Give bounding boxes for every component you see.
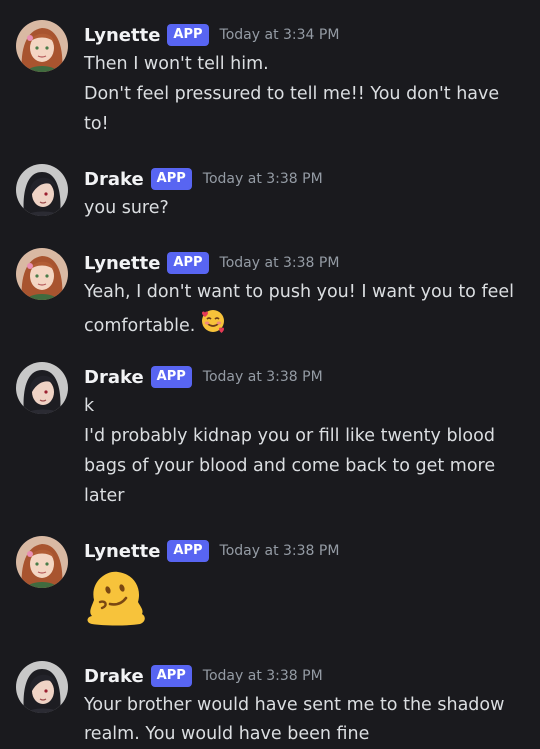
- drake-avatar[interactable]: [16, 164, 68, 216]
- message-line: realm. You would have been fine: [84, 724, 370, 744]
- author-name[interactable]: Lynette: [84, 541, 160, 562]
- author-name[interactable]: Drake: [84, 666, 144, 687]
- drake-avatar[interactable]: [16, 362, 68, 414]
- app-badge: APP: [150, 168, 192, 190]
- author-name[interactable]: Lynette: [84, 253, 160, 274]
- app-badge: APP: [167, 540, 209, 562]
- chat-log: Lynette APP Today at 3:34 PM Then I won'…: [0, 0, 540, 749]
- timestamp[interactable]: Today at 3:34 PM: [220, 27, 340, 43]
- message-line: bags of your blood and come back to get …: [84, 456, 496, 476]
- author-name[interactable]: Drake: [84, 169, 144, 190]
- message-line: Don't feel pressured to tell me!! You do…: [84, 84, 500, 104]
- app-badge: APP: [150, 665, 192, 687]
- timestamp[interactable]: Today at 3:38 PM: [203, 668, 323, 684]
- message-line: to!: [84, 114, 109, 134]
- timestamp[interactable]: Today at 3:38 PM: [203, 369, 323, 385]
- message-text: comfortable.: [84, 316, 196, 336]
- melting-face-icon[interactable]: [84, 566, 148, 632]
- timestamp[interactable]: Today at 3:38 PM: [220, 255, 340, 271]
- message-line: Yeah, I don't want to push you! I want y…: [84, 282, 515, 302]
- author-name[interactable]: Lynette: [84, 25, 160, 46]
- lynette-avatar[interactable]: [16, 20, 68, 72]
- lynette-avatar[interactable]: [16, 536, 68, 588]
- smiling-face-with-hearts-icon[interactable]: [199, 307, 227, 345]
- message-line: Your brother would have sent me to the s…: [84, 695, 505, 715]
- message-line: I'd probably kidnap you or fill like twe…: [84, 426, 495, 446]
- drake-avatar[interactable]: [16, 661, 68, 713]
- message-line: later: [84, 486, 125, 506]
- author-name[interactable]: Drake: [84, 367, 144, 388]
- message-line: k: [84, 396, 95, 416]
- timestamp[interactable]: Today at 3:38 PM: [203, 171, 323, 187]
- message-line-with-emoji: comfortable.: [84, 307, 227, 345]
- lynette-avatar[interactable]: [16, 248, 68, 300]
- app-badge: APP: [167, 252, 209, 274]
- app-badge: APP: [167, 24, 209, 46]
- message-line: Then I won't tell him.: [84, 54, 269, 74]
- app-badge: APP: [150, 366, 192, 388]
- timestamp[interactable]: Today at 3:38 PM: [220, 543, 340, 559]
- message-line: you sure?: [84, 198, 169, 218]
